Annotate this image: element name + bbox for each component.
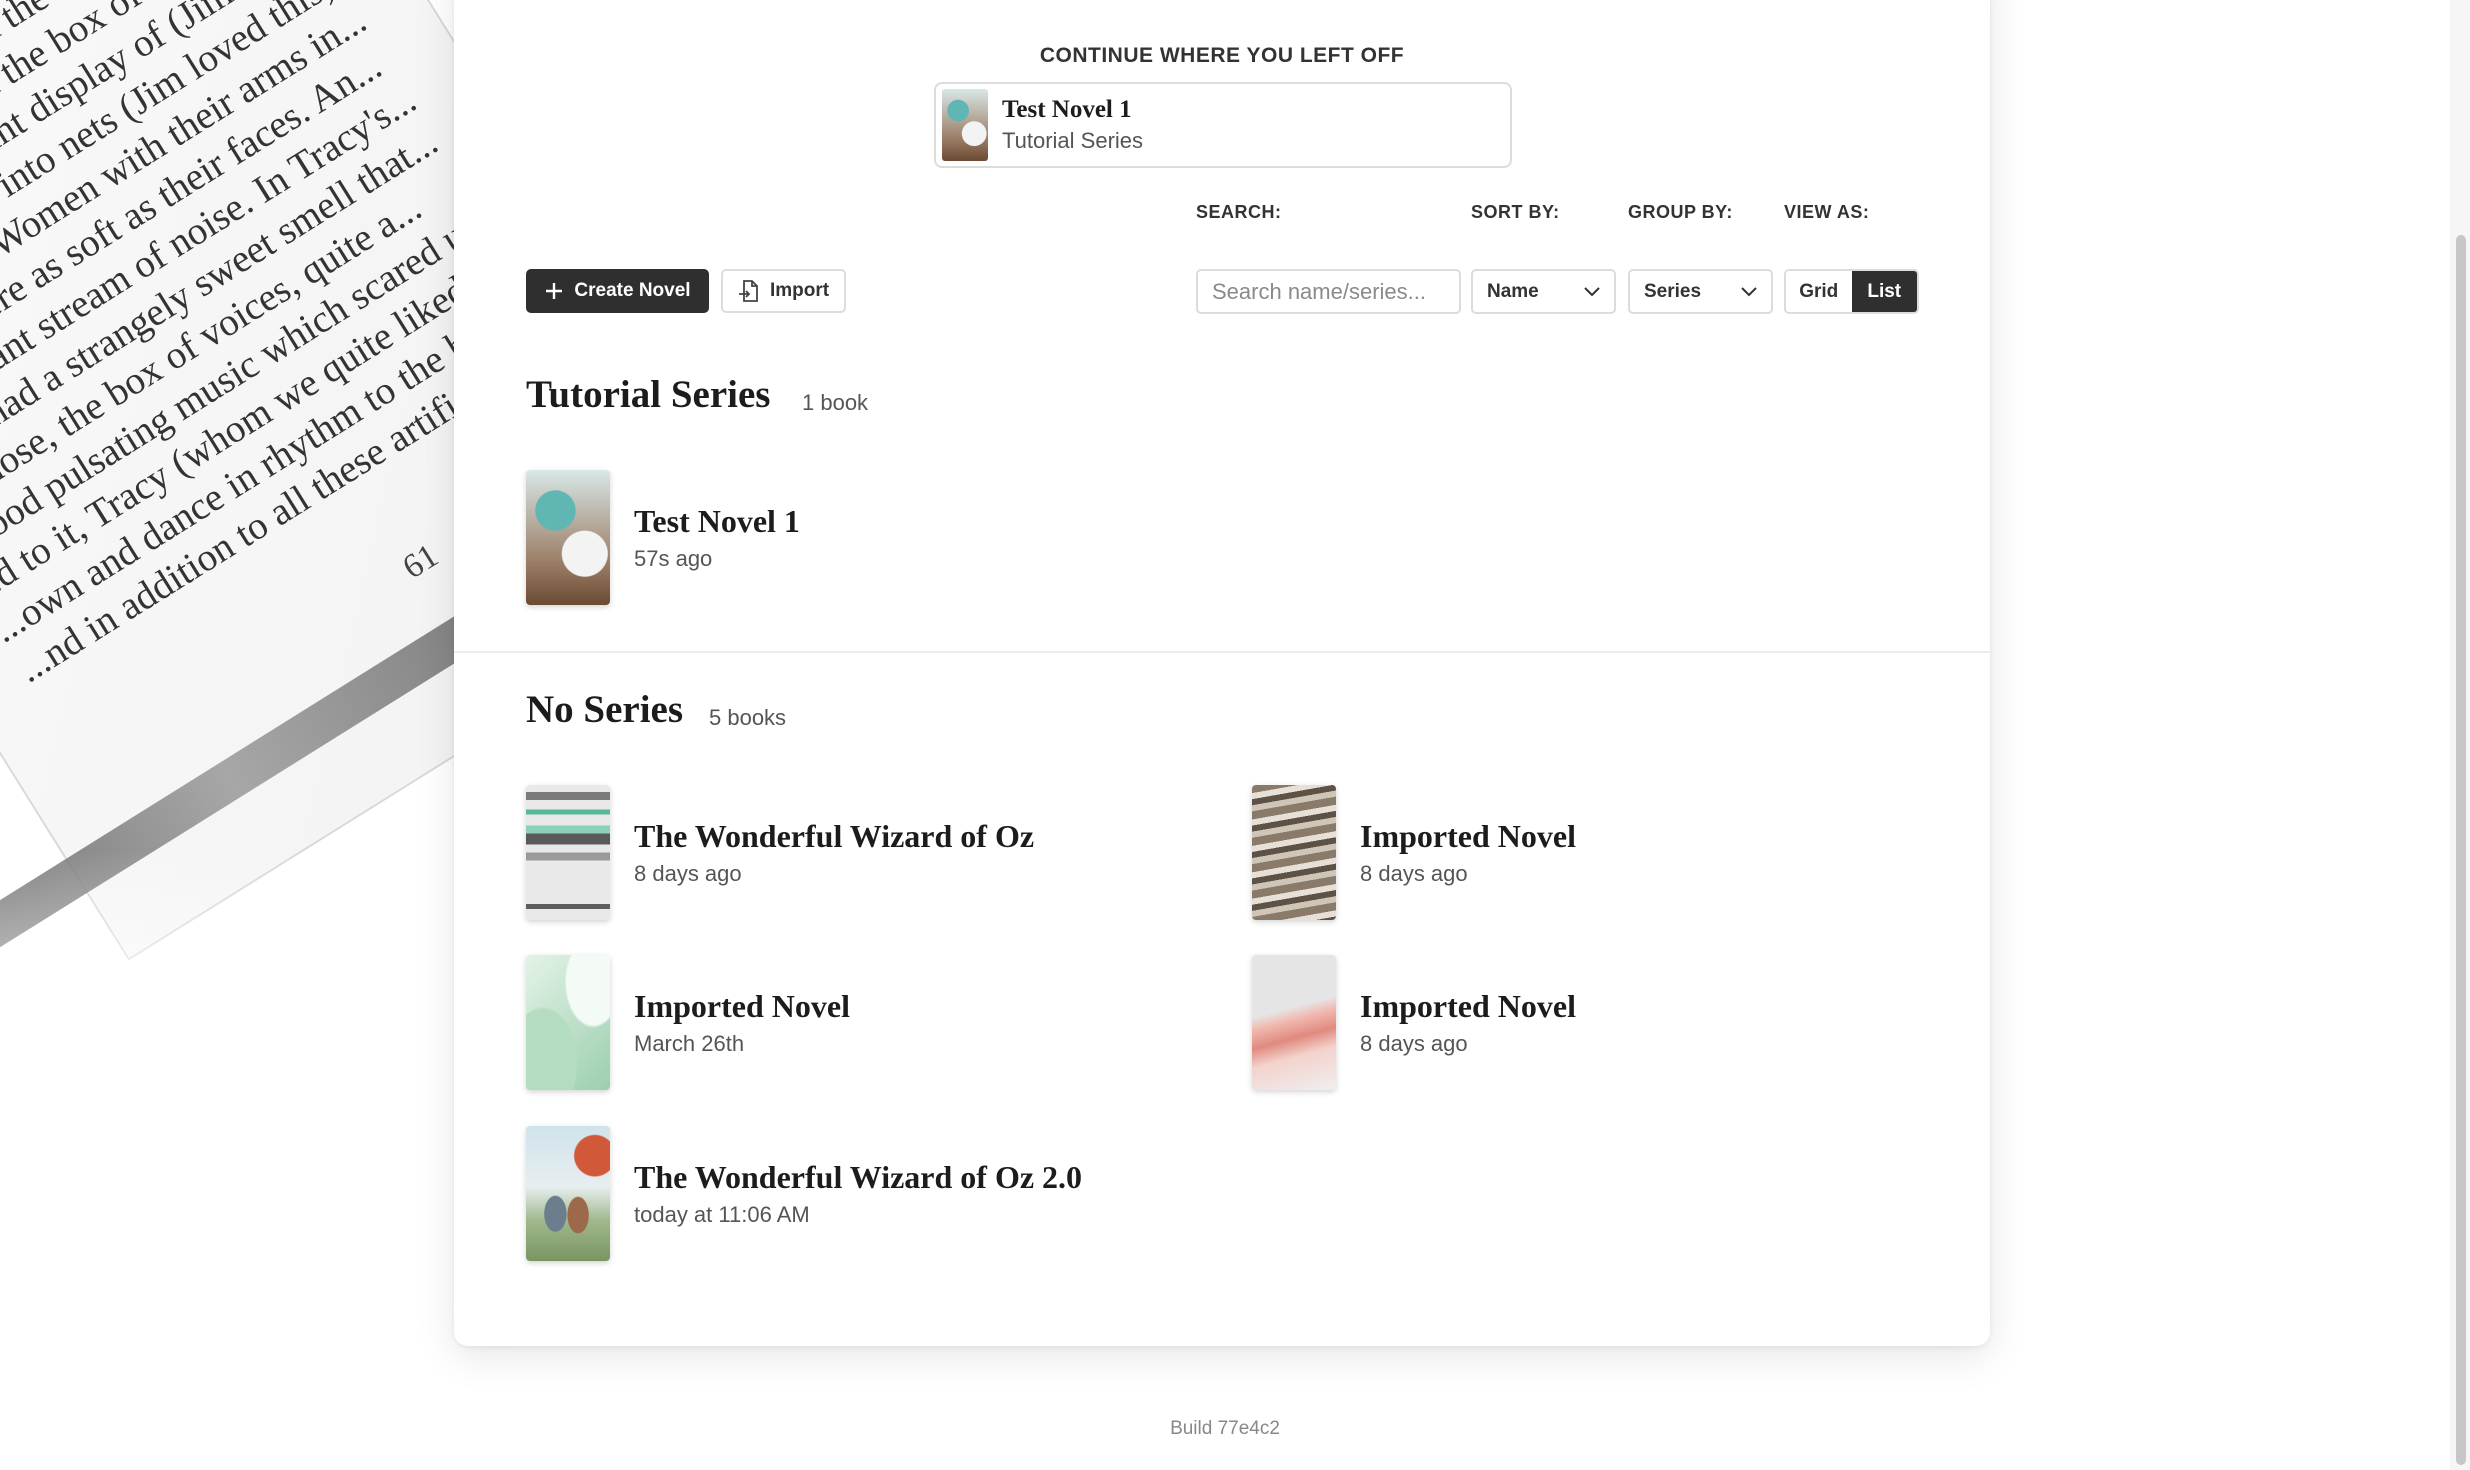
book-updated-time: 8 days ago [1360, 861, 1468, 886]
group-select[interactable]: Series [1628, 269, 1773, 314]
book-name: Imported Novel [1360, 988, 1576, 1024]
book-updated-time: 8 days ago [1360, 1031, 1468, 1056]
book-updated-time: today at 11:06 AM [634, 1202, 810, 1227]
create-novel-button[interactable]: Create Novel [526, 269, 709, 313]
continue-reading-card[interactable]: Test Novel 1 Tutorial Series [934, 82, 1512, 168]
list-item[interactable]: Imported Novel 8 days ago [1252, 785, 1576, 920]
background-fade [0, 850, 470, 1060]
continue-book-cover [942, 89, 988, 161]
sort-select[interactable]: Name [1471, 269, 1616, 314]
scrollbar-thumb[interactable] [2456, 235, 2466, 1465]
view-toggle[interactable]: Grid List [1784, 269, 1919, 314]
book-name: The Wonderful Wizard of Oz [634, 818, 1035, 854]
view-label: VIEW AS: [1784, 202, 1870, 222]
sort-label: SORT BY: [1471, 202, 1560, 222]
book-cover [526, 470, 610, 605]
continue-book-series: Tutorial Series [1002, 128, 1144, 153]
book-cover [526, 785, 610, 920]
view-grid-button[interactable]: Grid [1786, 271, 1852, 312]
view-list-button[interactable]: List [1851, 271, 1917, 312]
group-title-tutorial-series: Tutorial Series [526, 373, 771, 416]
book-cover [1252, 955, 1336, 1090]
group-count: 5 books [709, 705, 787, 730]
list-item[interactable]: Imported Novel March 26th [526, 955, 850, 1090]
chevron-down-icon [1584, 286, 1600, 296]
group-value: Series [1644, 280, 1702, 302]
sort-value: Name [1487, 280, 1539, 302]
group-label: GROUP BY: [1628, 202, 1733, 222]
plus-icon [546, 283, 563, 299]
background-book-image: ...there was a whirring sound ......not … [0, 0, 470, 1060]
search-label: SEARCH: [1196, 202, 1282, 222]
create-novel-label: Create Novel [574, 280, 691, 301]
book-page-text: ...there was a whirring sound ......not … [0, 0, 470, 693]
book-page: ...there was a whirring sound ......not … [0, 0, 470, 958]
import-label: Import [769, 280, 830, 301]
continue-heading: CONTINUE WHERE YOU LEFT OFF [1039, 44, 1405, 67]
chevron-down-icon [1741, 286, 1757, 296]
book-updated-time: 57s ago [634, 546, 713, 571]
book-name: The Wonderful Wizard of Oz 2.0 [634, 1159, 1083, 1195]
page-scrollbar[interactable] [2450, 0, 2470, 1470]
list-item[interactable]: Imported Novel 8 days ago [1252, 955, 1576, 1090]
book-updated-time: 8 days ago [634, 861, 742, 886]
book-name: Imported Novel [634, 988, 850, 1024]
list-item[interactable]: The Wonderful Wizard of Oz 2.0 today at … [526, 1126, 1082, 1261]
book-page-number: 61 [396, 537, 445, 587]
book-name: Test Novel 1 [634, 503, 800, 539]
build-version: Build 77e4c2 [1170, 1418, 1280, 1439]
group-title-no-series: No Series [526, 688, 684, 731]
list-item[interactable]: The Wonderful Wizard of Oz 8 days ago [526, 785, 1034, 920]
import-button[interactable]: Import [721, 269, 846, 313]
group-divider [454, 651, 1990, 653]
continue-book-name: Test Novel 1 [1002, 96, 1132, 123]
file-import-icon [738, 280, 758, 302]
book-cover [1252, 785, 1336, 920]
book-name: Imported Novel [1360, 818, 1576, 854]
list-item[interactable]: Test Novel 1 57s ago [526, 470, 800, 605]
book-cover [526, 1126, 610, 1261]
library-card: CONTINUE WHERE YOU LEFT OFF Test Novel 1… [454, 0, 1990, 1346]
book-cover [526, 955, 610, 1090]
group-count: 1 book [802, 390, 869, 415]
book-updated-time: March 26th [634, 1031, 745, 1056]
search-input[interactable] [1196, 269, 1461, 314]
